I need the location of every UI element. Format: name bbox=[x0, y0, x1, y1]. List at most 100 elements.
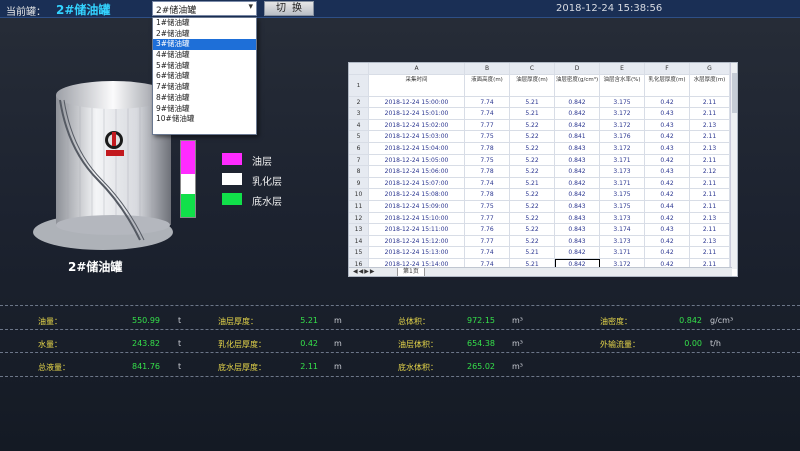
table-cell[interactable]: 2018-12-24 15:09:00 bbox=[369, 200, 465, 213]
table-cell[interactable]: 5.22 bbox=[510, 235, 555, 248]
column-header[interactable]: D bbox=[555, 63, 600, 75]
table-cell[interactable]: 3.172 bbox=[600, 142, 645, 155]
table-cell[interactable]: 7.74 bbox=[465, 247, 510, 259]
column-header[interactable]: B bbox=[465, 63, 510, 75]
table-cell[interactable]: 3.173 bbox=[600, 235, 645, 248]
column-header[interactable]: E bbox=[600, 63, 645, 75]
table-cell[interactable]: 2018-12-24 15:05:00 bbox=[369, 154, 465, 167]
dropdown-option[interactable]: 6#储油罐 bbox=[153, 71, 256, 82]
dropdown-option[interactable]: 1#储油罐 bbox=[153, 18, 256, 29]
table-cell[interactable]: 2018-12-24 15:07:00 bbox=[369, 177, 465, 190]
row-number[interactable]: 10 bbox=[349, 189, 369, 201]
row-number[interactable]: 9 bbox=[349, 177, 369, 190]
table-cell[interactable]: 5.22 bbox=[510, 119, 555, 132]
table-cell[interactable]: 2.13 bbox=[690, 119, 730, 132]
table-cell[interactable]: 0.42 bbox=[645, 177, 690, 190]
table-cell[interactable]: 2018-12-24 15:11:00 bbox=[369, 224, 465, 236]
table-cell[interactable]: 0.43 bbox=[645, 142, 690, 155]
table-cell[interactable]: 0.843 bbox=[555, 212, 600, 225]
row-number[interactable]: 6 bbox=[349, 142, 369, 155]
table-cell[interactable]: 5.22 bbox=[510, 166, 555, 178]
dropdown-option[interactable]: 3#储油罐 bbox=[153, 39, 256, 51]
table-cell[interactable]: 7.74 bbox=[465, 108, 510, 120]
table-cell[interactable]: 3.173 bbox=[600, 212, 645, 225]
column-header[interactable]: F bbox=[645, 63, 690, 75]
table-cell[interactable]: 2.11 bbox=[690, 224, 730, 236]
table-cell[interactable]: 5.22 bbox=[510, 154, 555, 167]
column-title[interactable]: 水层厚度(m) bbox=[690, 74, 730, 97]
table-cell[interactable]: 2018-12-24 15:08:00 bbox=[369, 189, 465, 201]
table-cell[interactable]: 0.843 bbox=[555, 224, 600, 236]
table-cell[interactable]: 0.42 bbox=[645, 131, 690, 143]
table-cell[interactable]: 0.842 bbox=[555, 189, 600, 201]
table-cell[interactable]: 3.172 bbox=[600, 108, 645, 120]
table-cell[interactable]: 5.22 bbox=[510, 200, 555, 213]
table-cell[interactable]: 5.22 bbox=[510, 142, 555, 155]
dropdown-option[interactable]: 5#储油罐 bbox=[153, 61, 256, 72]
table-cell[interactable]: 2.13 bbox=[690, 235, 730, 248]
table-cell[interactable]: 7.77 bbox=[465, 212, 510, 225]
row-number[interactable]: 15 bbox=[349, 247, 369, 259]
table-cell[interactable]: 0.43 bbox=[645, 224, 690, 236]
table-cell[interactable]: 7.76 bbox=[465, 224, 510, 236]
row-number[interactable]: 1 bbox=[349, 74, 369, 97]
table-cell[interactable]: 5.22 bbox=[510, 224, 555, 236]
table-cell[interactable]: 3.175 bbox=[600, 96, 645, 109]
table-cell[interactable]: 3.171 bbox=[600, 154, 645, 167]
table-cell[interactable]: 2.11 bbox=[690, 108, 730, 120]
table-cell[interactable]: 0.842 bbox=[555, 177, 600, 190]
switch-button[interactable]: 切换 bbox=[264, 1, 314, 16]
table-cell[interactable]: 0.843 bbox=[555, 200, 600, 213]
tank-select[interactable]: 2#储油罐 ▾ bbox=[152, 1, 257, 16]
table-cell[interactable]: 5.22 bbox=[510, 131, 555, 143]
row-number[interactable]: 4 bbox=[349, 119, 369, 132]
table-cell[interactable]: 2018-12-24 15:12:00 bbox=[369, 235, 465, 248]
table-cell[interactable]: 5.21 bbox=[510, 108, 555, 120]
table-cell[interactable]: 3.171 bbox=[600, 247, 645, 259]
table-cell[interactable]: 2018-12-24 15:06:00 bbox=[369, 166, 465, 178]
table-cell[interactable]: 0.42 bbox=[645, 247, 690, 259]
table-cell[interactable]: 0.42 bbox=[645, 212, 690, 225]
row-number[interactable]: 3 bbox=[349, 108, 369, 120]
table-cell[interactable]: 5.21 bbox=[510, 96, 555, 109]
table-cell[interactable]: 2.11 bbox=[690, 154, 730, 167]
column-header[interactable]: A bbox=[369, 63, 465, 75]
chevron-down-icon[interactable]: ▾ bbox=[248, 2, 253, 12]
table-cell[interactable]: 0.842 bbox=[555, 96, 600, 109]
table-cell[interactable]: 3.174 bbox=[600, 224, 645, 236]
table-cell[interactable]: 2.12 bbox=[690, 166, 730, 178]
table-cell[interactable]: 7.75 bbox=[465, 154, 510, 167]
table-cell[interactable]: 0.44 bbox=[645, 200, 690, 213]
table-cell[interactable]: 2.11 bbox=[690, 189, 730, 201]
scrollbar-thumb[interactable] bbox=[732, 73, 737, 113]
table-cell[interactable]: 3.173 bbox=[600, 166, 645, 178]
table-cell[interactable]: 2.11 bbox=[690, 131, 730, 143]
table-cell[interactable]: 5.21 bbox=[510, 247, 555, 259]
table-cell[interactable]: 0.841 bbox=[555, 131, 600, 143]
dropdown-option[interactable]: 4#储油罐 bbox=[153, 50, 256, 61]
table-cell[interactable]: 5.22 bbox=[510, 212, 555, 225]
column-header[interactable] bbox=[349, 63, 369, 75]
table-cell[interactable]: 7.74 bbox=[465, 177, 510, 190]
table-cell[interactable]: 2018-12-24 15:03:00 bbox=[369, 131, 465, 143]
table-cell[interactable]: 7.78 bbox=[465, 142, 510, 155]
column-title[interactable]: 油层密度(g/cm³) bbox=[555, 74, 600, 97]
column-title[interactable]: 乳化层厚度(m) bbox=[645, 74, 690, 97]
table-cell[interactable]: 7.77 bbox=[465, 235, 510, 248]
row-number[interactable]: 13 bbox=[349, 224, 369, 236]
table-cell[interactable]: 7.77 bbox=[465, 119, 510, 132]
data-spreadsheet[interactable]: A B C D E F G 1 采集时间 液面高度(m) 油层厚度(m) 油层密度(g/cm³) 油层含… bbox=[348, 62, 738, 277]
table-cell[interactable]: 5.21 bbox=[510, 177, 555, 190]
dropdown-option[interactable]: 8#储油罐 bbox=[153, 93, 256, 104]
table-cell[interactable]: 0.43 bbox=[645, 166, 690, 178]
row-number[interactable]: 11 bbox=[349, 200, 369, 213]
table-cell[interactable]: 0.43 bbox=[645, 108, 690, 120]
tank-dropdown-list[interactable]: 1#储油罐 2#储油罐 3#储油罐 4#储油罐 5#储油罐 6#储油罐 7#储油罐 8#储油罐… bbox=[152, 17, 257, 135]
row-number[interactable]: 14 bbox=[349, 235, 369, 248]
table-cell[interactable]: 2.13 bbox=[690, 142, 730, 155]
table-cell[interactable]: 0.843 bbox=[555, 142, 600, 155]
row-number[interactable]: 5 bbox=[349, 131, 369, 143]
table-cell[interactable]: 0.42 bbox=[645, 154, 690, 167]
table-cell[interactable]: 7.74 bbox=[465, 96, 510, 109]
column-title[interactable]: 采集时间 bbox=[369, 74, 465, 97]
